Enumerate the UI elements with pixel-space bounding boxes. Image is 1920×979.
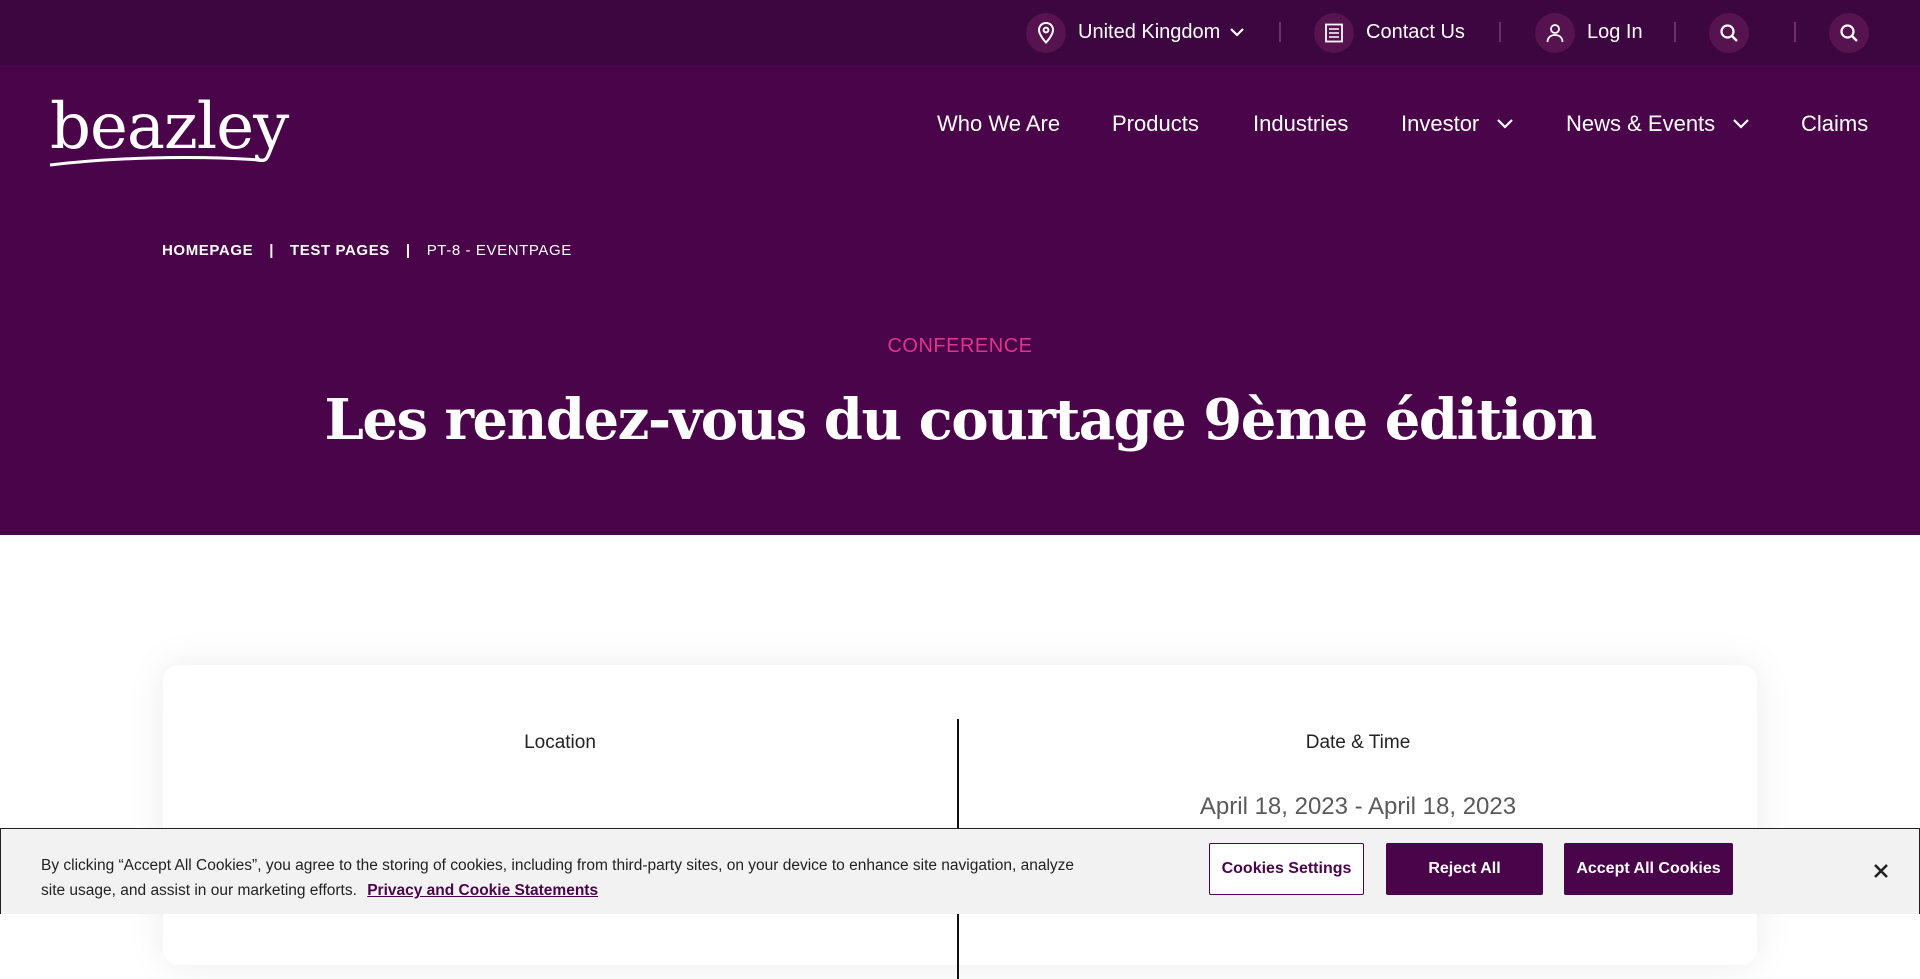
nav-label: Investor xyxy=(1401,111,1480,136)
date-time-heading: Date & Time xyxy=(1305,732,1411,753)
nav-label: Who We Are xyxy=(937,111,1061,136)
nav-products[interactable]: Products xyxy=(1112,111,1199,137)
chevron-down-icon xyxy=(1230,28,1245,37)
page-title: Les rendez-vous du courtage 9ème édition xyxy=(324,387,1597,453)
log-in-link[interactable]: Log In xyxy=(1535,0,1643,65)
contact-us-link[interactable]: Contact Us xyxy=(1314,0,1465,65)
cookie-message: By clicking “Accept All Cookies”, you ag… xyxy=(41,853,1081,903)
nav-label: Products xyxy=(1112,111,1199,136)
nav-label: News & Events xyxy=(1566,111,1716,136)
search-button[interactable] xyxy=(1709,0,1749,65)
nav-label: Industries xyxy=(1253,111,1349,136)
utility-divider xyxy=(1794,22,1796,42)
utility-divider xyxy=(1279,22,1281,42)
cookie-banner: By clicking “Accept All Cookies”, you ag… xyxy=(0,828,1920,914)
cookies-settings-button[interactable]: Cookies Settings xyxy=(1209,843,1364,895)
user-icon xyxy=(1535,12,1575,53)
chevron-down-icon xyxy=(1497,119,1514,129)
reject-all-button[interactable]: Reject All xyxy=(1386,843,1543,895)
utility-bar: United Kingdom Contact Us Log In xyxy=(0,0,1920,65)
breadcrumb-current: PT-8 - EVENTPAGE xyxy=(426,242,572,259)
accept-all-cookies-button[interactable]: Accept All Cookies xyxy=(1564,843,1733,895)
breadcrumb-separator: | xyxy=(405,242,411,259)
contact-us-label: Contact Us xyxy=(1366,21,1465,43)
breadcrumb-separator: | xyxy=(269,242,274,259)
region-label: United Kingdom xyxy=(1078,21,1221,43)
log-in-label: Log In xyxy=(1587,21,1643,43)
close-icon[interactable] xyxy=(1869,859,1893,883)
main-header: beazley Who We Are Products Industries I… xyxy=(0,65,1920,535)
event-details-card: Location Date & Time April 18, 2023 - Ap… xyxy=(163,665,1757,979)
nav-label: Claims xyxy=(1801,111,1869,136)
utility-divider xyxy=(1674,22,1676,42)
breadcrumb-test-pages[interactable]: TEST PAGES xyxy=(290,242,390,259)
search-icon xyxy=(1829,12,1869,53)
event-date-range: April 18, 2023 - April 18, 2023 xyxy=(1199,793,1517,820)
search-button[interactable] xyxy=(1829,0,1869,65)
nav-news-events[interactable]: News & Events xyxy=(1566,111,1749,137)
location-pin-icon xyxy=(1026,12,1066,53)
event-type-label: CONFERENCE xyxy=(887,335,1033,357)
breadcrumb-home[interactable]: HOMEPAGE xyxy=(162,242,253,259)
nav-industries[interactable]: Industries xyxy=(1253,111,1348,137)
utility-divider xyxy=(1499,22,1501,42)
privacy-link[interactable]: Privacy and Cookie Statements xyxy=(367,882,598,899)
search-icon xyxy=(1709,12,1749,53)
nav-who-we-are[interactable]: Who We Are xyxy=(937,111,1060,137)
nav-claims[interactable]: Claims xyxy=(1801,111,1868,137)
chevron-down-icon xyxy=(1733,119,1749,129)
contact-list-icon xyxy=(1314,12,1354,53)
logo-swoosh xyxy=(49,156,261,167)
nav-investor[interactable]: Investor xyxy=(1401,111,1514,137)
location-heading: Location xyxy=(524,732,596,753)
breadcrumb: HOMEPAGE | TEST PAGES | PT-8 - EVENTPAGE xyxy=(162,242,572,259)
region-selector[interactable]: United Kingdom xyxy=(1026,0,1245,65)
